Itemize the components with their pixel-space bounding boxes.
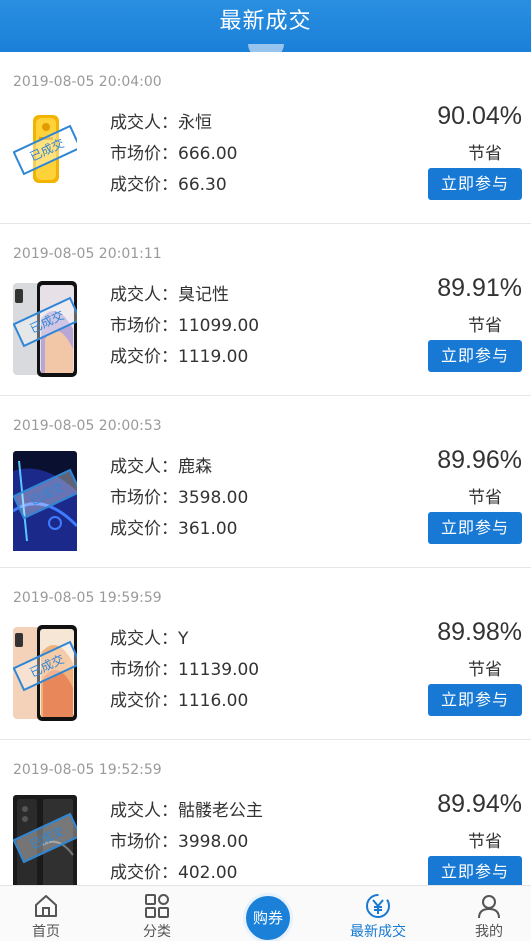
deal-info: 成交人：骷髅老公主 市场价：3998.00 成交价：402.00 <box>110 796 263 885</box>
buyer-name: 成交人：Y <box>110 629 189 649</box>
saving-label: 节省 <box>468 660 502 680</box>
join-button[interactable]: 立即参与 <box>428 684 522 716</box>
product-image-gold-bar[interactable]: 已成交 <box>13 107 77 207</box>
deal-item[interactable]: 2019-08-05 19:59:59 已成交 成交人：Y 市场价：11139.… <box>0 568 531 740</box>
market-price: 市场价：11099.00 <box>110 316 260 336</box>
tab-home-label: 首页 <box>32 924 60 940</box>
buyer-name: 成交人：永恒 <box>110 113 212 133</box>
deal-time: 2019-08-05 20:04:00 <box>13 74 162 90</box>
deal-item[interactable]: 2019-08-05 20:00:53 已成交 成交人：鹿森 市场价：3598.… <box>0 396 531 568</box>
join-button[interactable]: 立即参与 <box>428 340 522 372</box>
buyer-name: 成交人：鹿森 <box>110 457 212 477</box>
saving-percent: 90.04% <box>437 102 522 130</box>
deal-time: 2019-08-05 20:00:53 <box>13 418 162 434</box>
deal-price: 成交价：1119.00 <box>110 347 249 367</box>
saving-label: 节省 <box>468 316 502 336</box>
yen-circle-icon <box>366 894 390 918</box>
tab-mine[interactable]: 我的 <box>449 886 529 941</box>
join-button[interactable]: 立即参与 <box>428 856 522 885</box>
deal-info: 成交人：永恒 市场价：666.00 成交价：66.30 <box>110 108 237 201</box>
deal-time: 2019-08-05 19:59:59 <box>13 590 162 606</box>
saving-percent: 89.98% <box>437 618 522 646</box>
page-title: 最新成交 <box>219 9 312 34</box>
deal-list[interactable]: 2019-08-05 20:04:00 已成交 成交人：永恒 市场价：666.0… <box>0 52 531 885</box>
deal-item[interactable]: 2019-08-05 19:52:59 已成交 成交人：骷髅老公主 市场价：39… <box>0 740 531 885</box>
saving-percent: 89.94% <box>437 790 522 818</box>
deal-info: 成交人：臭记性 市场价：11099.00 成交价：1119.00 <box>110 280 259 373</box>
join-button[interactable]: 立即参与 <box>428 512 522 544</box>
deal-info: 成交人：鹿森 市场价：3598.00 成交价：361.00 <box>110 452 248 545</box>
deal-price: 成交价：66.30 <box>110 175 227 195</box>
top-header: 最新成交 <box>0 0 531 58</box>
saving-percent: 89.91% <box>437 274 522 302</box>
deal-price: 成交价：361.00 <box>110 519 238 539</box>
home-icon <box>35 895 57 917</box>
coupon-button[interactable]: 购券 <box>243 893 293 941</box>
deal-item[interactable]: 2019-08-05 20:01:11 已成交 成交人：臭记性 市场价：1109… <box>0 224 531 396</box>
deal-price: 成交价：402.00 <box>110 863 238 883</box>
saving-label: 节省 <box>468 144 502 164</box>
grid-icon <box>145 894 169 918</box>
saving-label: 节省 <box>468 832 502 852</box>
deal-item[interactable]: 2019-08-05 20:04:00 已成交 成交人：永恒 市场价：666.0… <box>0 52 531 224</box>
market-price: 市场价：666.00 <box>110 144 238 164</box>
product-image-iphone-gold[interactable]: 已成交 <box>13 623 77 723</box>
join-button[interactable]: 立即参与 <box>428 168 522 200</box>
buyer-name: 成交人：骷髅老公主 <box>110 801 263 821</box>
tab-latest[interactable]: 最新成交 <box>338 886 418 941</box>
tab-category[interactable]: 分类 <box>117 886 197 941</box>
tab-mine-label: 我的 <box>475 924 503 940</box>
deal-time: 2019-08-05 20:01:11 <box>13 246 162 262</box>
tab-latest-label: 最新成交 <box>350 924 406 940</box>
market-price: 市场价：3998.00 <box>110 832 249 852</box>
product-image-vivo-phone[interactable]: 已成交 <box>13 451 77 551</box>
saving-percent: 89.96% <box>437 446 522 474</box>
saving-label: 节省 <box>468 488 502 508</box>
user-icon <box>478 895 500 919</box>
buyer-name: 成交人：臭记性 <box>110 285 229 305</box>
deal-time: 2019-08-05 19:52:59 <box>13 762 162 778</box>
tab-category-label: 分类 <box>143 924 171 940</box>
product-image-black-phone[interactable]: 已成交 <box>13 795 77 885</box>
market-price: 市场价：11139.00 <box>110 660 260 680</box>
deal-price: 成交价：1116.00 <box>110 691 249 711</box>
market-price: 市场价：3598.00 <box>110 488 249 508</box>
product-image-iphone-silver[interactable]: 已成交 <box>13 279 77 379</box>
tab-home[interactable]: 首页 <box>6 886 86 941</box>
deal-info: 成交人：Y 市场价：11139.00 成交价：1116.00 <box>110 624 259 717</box>
